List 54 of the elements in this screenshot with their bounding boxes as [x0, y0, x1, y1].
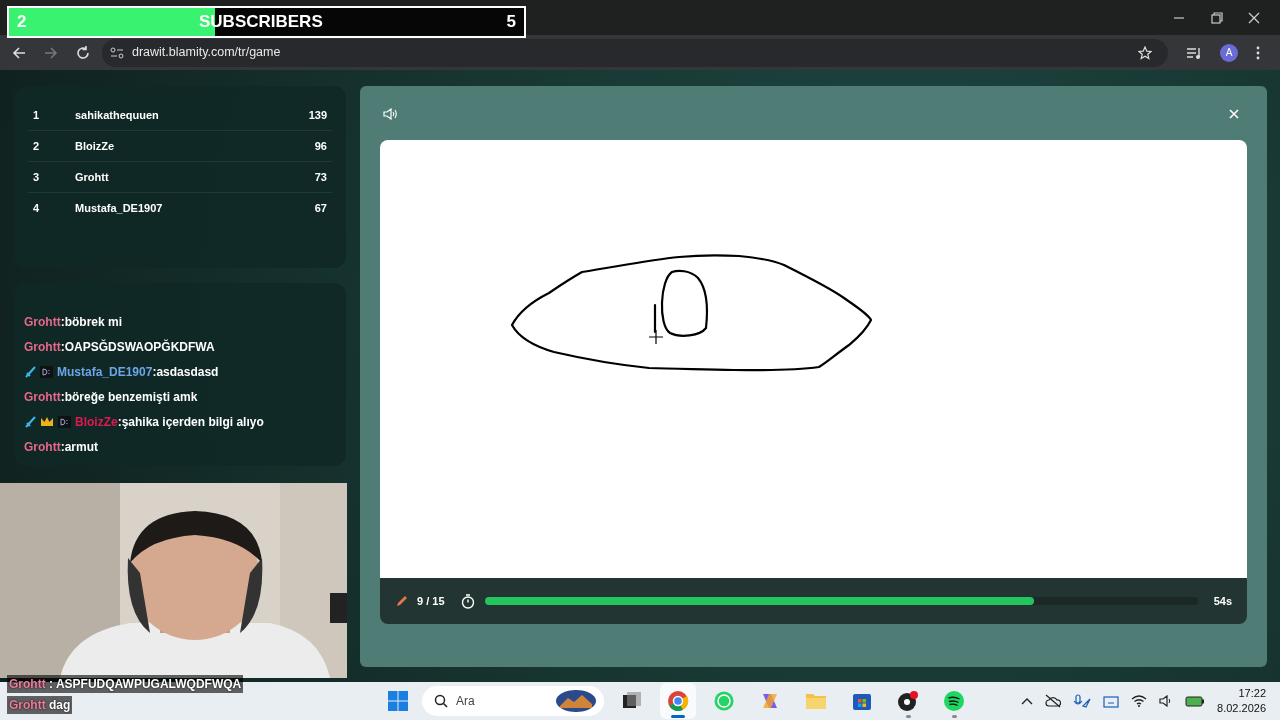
- player-score: 67: [314, 201, 327, 217]
- player-score: 96: [314, 138, 327, 154]
- obs-app-icon: [897, 690, 919, 712]
- chat-message: Grohtt:OAPSĞDSWAOPĞKDFWA: [24, 338, 215, 356]
- clock-time[interactable]: 17:22: [1238, 686, 1266, 701]
- url-text: drawit.blamity.com/tr/game: [132, 44, 282, 62]
- round-counter: 9 / 15: [417, 593, 445, 609]
- clock-date[interactable]: 8.02.2026: [1217, 701, 1266, 716]
- close-icon[interactable]: [1248, 11, 1260, 24]
- player-name: Grohtt: [75, 169, 110, 185]
- reload-icon[interactable]: [76, 45, 90, 60]
- restore-icon[interactable]: [1211, 11, 1223, 24]
- media-icon[interactable]: [1186, 45, 1202, 60]
- search-icon: [434, 694, 448, 708]
- cloud-off-icon[interactable]: [1045, 694, 1062, 708]
- goal-target: 5: [506, 11, 517, 34]
- player-score: 139: [308, 107, 327, 123]
- screen-capture-icon[interactable]: [1103, 694, 1120, 708]
- player-name: sahikathequuen: [75, 107, 160, 123]
- chat-message: Grohtt:armut: [24, 438, 98, 456]
- sound-icon[interactable]: [383, 107, 397, 120]
- profile-avatar[interactable]: A: [1220, 43, 1238, 62]
- star-icon[interactable]: [1138, 45, 1152, 60]
- forward-icon[interactable]: [44, 45, 58, 60]
- player-name: Mustafa_DE1907: [75, 201, 164, 217]
- microphone-icon[interactable]: [1073, 694, 1092, 708]
- rank-number: 3: [33, 169, 41, 185]
- battery-icon[interactable]: [1185, 695, 1206, 707]
- site-settings-icon[interactable]: [110, 46, 124, 59]
- time-remaining: 54s: [1213, 593, 1232, 609]
- stopwatch-icon: [460, 593, 475, 609]
- stream-chat-message: Grohtt dag: [7, 696, 73, 714]
- spotify-app-icon: [943, 690, 965, 712]
- pencil-icon: [395, 594, 409, 608]
- menu-icon[interactable]: [1256, 45, 1260, 60]
- wifi-icon[interactable]: [1131, 695, 1148, 707]
- address-bar[interactable]: drawit.blamity.com/tr/game: [102, 38, 1168, 67]
- player-name: BloizZe: [75, 138, 116, 154]
- rank-number: 1: [33, 107, 41, 123]
- chevron-up-icon[interactable]: [1021, 697, 1034, 705]
- crosshair-cursor-icon: [648, 329, 664, 345]
- chat-message: Grohtt:böreğe benzemişti amk: [24, 388, 198, 406]
- search-highlight-icon: [556, 690, 596, 712]
- back-icon[interactable]: [12, 45, 26, 60]
- whatsapp-app-icon: [713, 690, 735, 712]
- rank-number: 4: [33, 201, 41, 217]
- player-score: 73: [314, 169, 327, 185]
- rank-number: 2: [33, 138, 41, 154]
- start-icon[interactable]: [388, 691, 408, 711]
- goal-current: 2: [16, 11, 28, 34]
- chrome-app-icon: [667, 690, 689, 712]
- chat-message: Grohtt:böbrek mi: [24, 313, 122, 331]
- chat-message: Mustafa_DE1907:asdasdasd: [57, 363, 219, 381]
- chat-message: BloizZe:şahika içerden bilgi alıyo: [75, 413, 264, 431]
